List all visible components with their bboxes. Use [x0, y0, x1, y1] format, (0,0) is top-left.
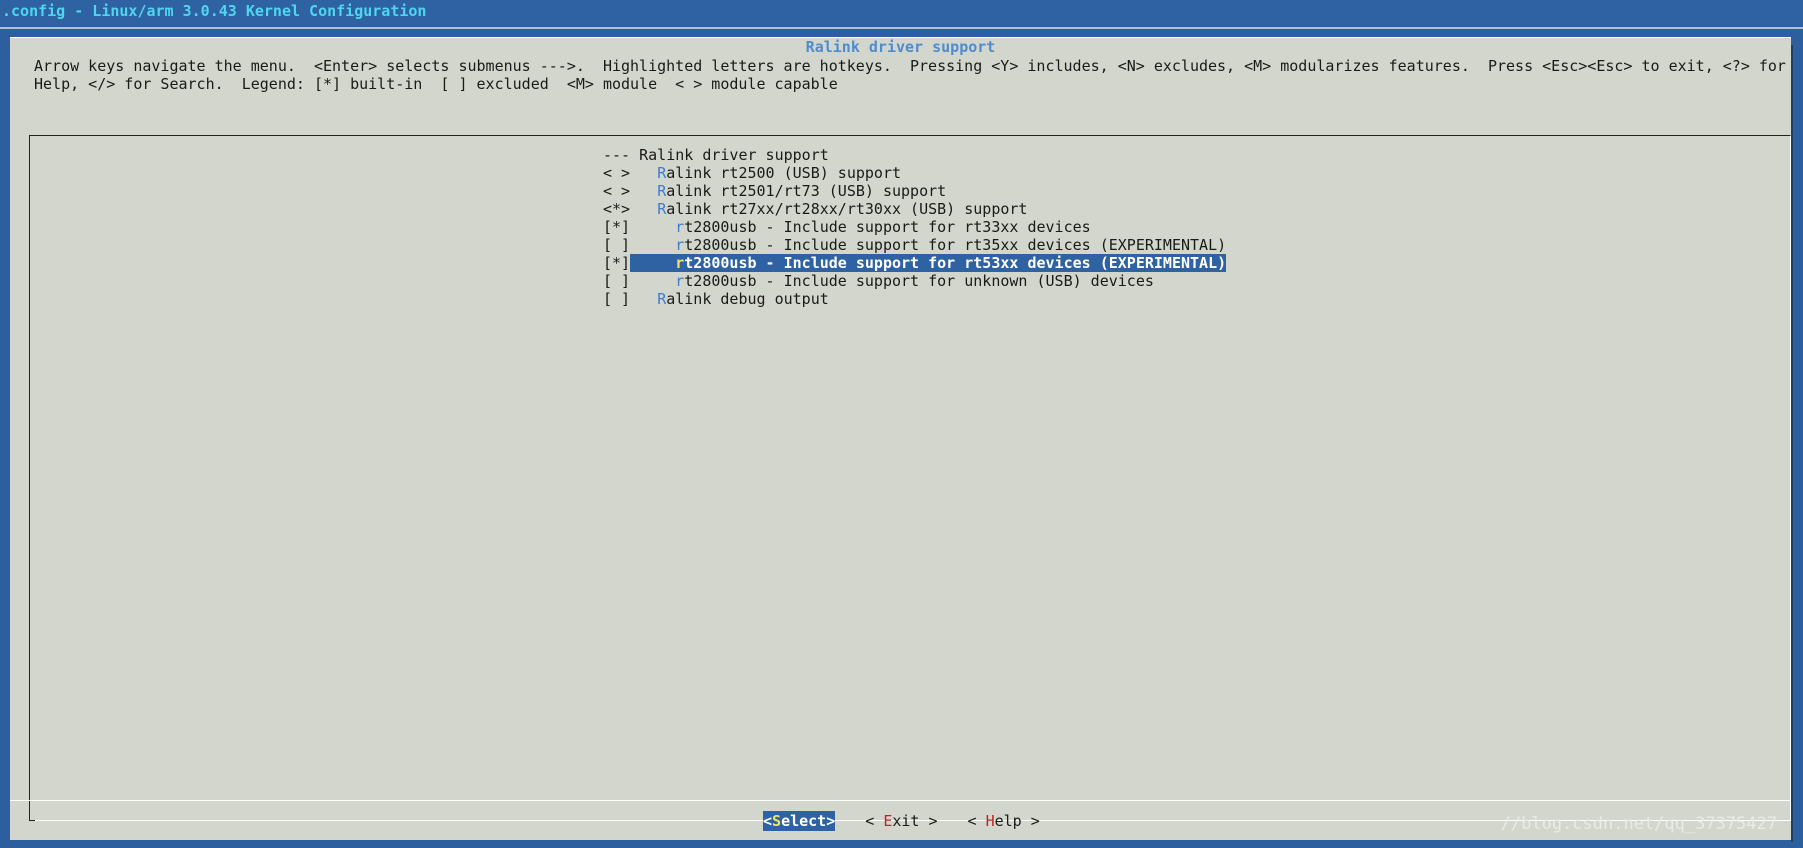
- window-shadow: [1791, 45, 1793, 842]
- checkbox-mark[interactable]: [*]: [603, 254, 631, 272]
- menu-item-ralink-driver-support[interactable]: --- Ralink driver support: [603, 146, 829, 164]
- menu-item-rt35xx[interactable]: [ ] rt2800usb - Include support for rt35…: [603, 236, 1226, 254]
- watermark: //blog.csdn.net/qq_37375427: [1500, 814, 1777, 834]
- menu-item-rt2500-usb[interactable]: < > Ralink rt2500 (USB) support: [603, 164, 901, 182]
- menu-item-rt27xx-rt28xx-rt30xx-usb[interactable]: <*> Ralink rt27xx/rt28xx/rt30xx (USB) su…: [603, 200, 1027, 218]
- help-button[interactable]: < Help >: [968, 811, 1040, 831]
- button-divider: [10, 800, 1791, 801]
- help-text: Arrow keys navigate the menu. <Enter> se…: [34, 57, 1786, 93]
- menu-item-rt53xx-selected[interactable]: [*] rt2800usb - Include support for rt53…: [603, 254, 1227, 272]
- menu-item-unknown-usb[interactable]: [ ] rt2800usb - Include support for unkn…: [603, 272, 1154, 290]
- hotkey: r: [675, 254, 685, 272]
- hotkey: R: [657, 182, 667, 200]
- menu-box: --- Ralink driver support < > Ralink rt2…: [29, 135, 1791, 821]
- menu-title: Ralink driver support: [10, 37, 1791, 57]
- help-line-2: Help, </> for Search. Legend: [*] built-…: [34, 75, 838, 93]
- menu-list: --- Ralink driver support < > Ralink rt2…: [603, 146, 1227, 308]
- hotkey: R: [657, 164, 667, 182]
- menuconfig-dialog: Ralink driver support Arrow keys navigat…: [10, 37, 1791, 840]
- help-line-1: Arrow keys navigate the menu. <Enter> se…: [34, 57, 1786, 75]
- hotkey: r: [675, 236, 685, 254]
- window-title: .config - Linux/arm 3.0.43 Kernel Config…: [0, 0, 1803, 26]
- hotkey: r: [675, 218, 685, 236]
- button-bar: <Select> < Exit > < Help >: [763, 811, 1070, 831]
- menu-item-rt2501-rt73-usb[interactable]: < > Ralink rt2501/rt73 (USB) support: [603, 182, 946, 200]
- hotkey: r: [675, 272, 685, 290]
- menu-title-text: Ralink driver support: [801, 38, 1000, 56]
- hotkey: R: [657, 290, 667, 308]
- hotkey: R: [657, 200, 667, 218]
- exit-button[interactable]: < Exit >: [865, 811, 937, 831]
- menu-item-ralink-debug-output[interactable]: [ ] Ralink debug output: [603, 290, 829, 308]
- select-button[interactable]: <Select>: [763, 811, 836, 831]
- title-divider: [0, 27, 1803, 29]
- menu-item-rt33xx[interactable]: [*] rt2800usb - Include support for rt33…: [603, 218, 1091, 236]
